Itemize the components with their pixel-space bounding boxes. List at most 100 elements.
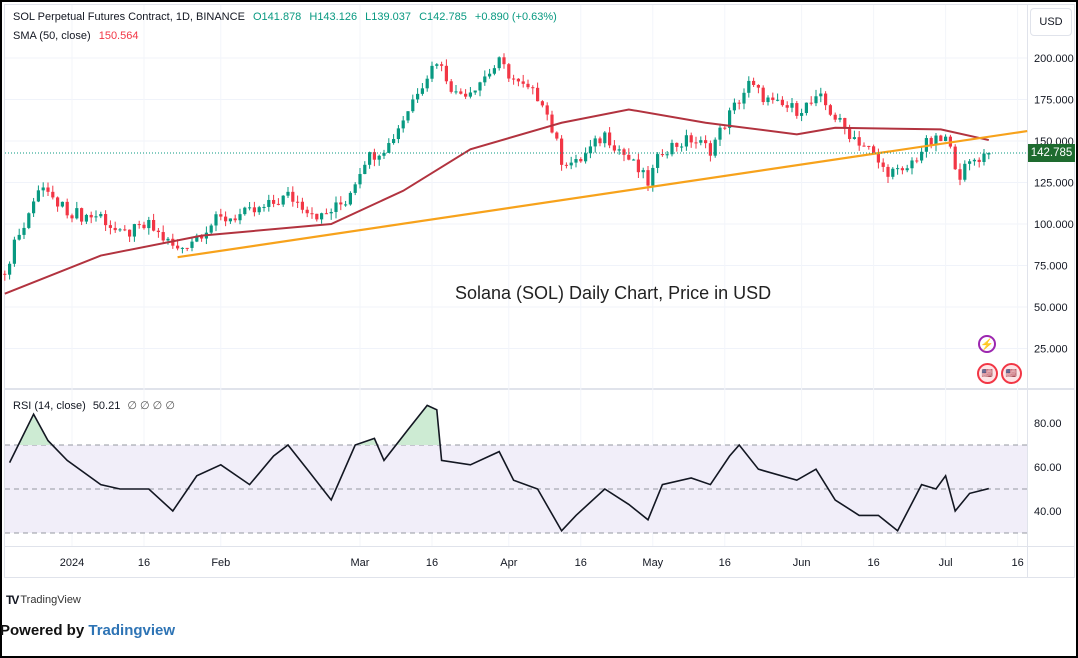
candle-body <box>238 214 242 221</box>
candle-body <box>478 82 482 91</box>
sma-legend: SMA (50, close) 150.564 <box>13 30 143 42</box>
price-tick-label: 50.000 <box>1034 302 1068 314</box>
candle-body <box>344 204 348 206</box>
candle-body <box>387 143 391 153</box>
candle-body <box>905 168 909 171</box>
candle-body <box>593 138 597 147</box>
candle-body <box>252 207 256 213</box>
symbol-title[interactable]: SOL Perpetual Futures Contract, 1D, BINA… <box>13 11 245 23</box>
rsi-legend: RSI (14, close) 50.21 ∅ ∅ ∅ ∅ <box>13 399 175 412</box>
candle-body <box>406 111 410 121</box>
candle-body <box>12 239 16 264</box>
candle-body <box>963 163 967 180</box>
candle-body <box>473 90 477 93</box>
candle-body <box>555 132 559 139</box>
candle-body <box>152 219 156 231</box>
candle-body <box>881 162 885 167</box>
candle-body <box>128 229 132 237</box>
candle-body <box>147 219 151 229</box>
candle-body <box>838 117 842 120</box>
ohlc-close: C142.785 <box>419 11 467 23</box>
candle-body <box>857 137 861 146</box>
candle-body <box>968 161 972 164</box>
candle-body <box>440 64 444 66</box>
symbol-legend: SOL Perpetual Futures Contract, 1D, BINA… <box>13 11 562 23</box>
candle-body <box>809 102 813 104</box>
time-tick-label: Jun <box>793 557 811 569</box>
chart-canvas[interactable]: 200.000175.000150.000125.000100.00075.00… <box>0 0 1078 658</box>
candle-body <box>584 153 588 162</box>
candle-body <box>819 93 823 97</box>
candle-body <box>872 146 876 153</box>
candle-body <box>747 80 751 93</box>
candle-body <box>944 136 948 142</box>
candle-body <box>521 81 525 84</box>
sma-label[interactable]: SMA (50, close) <box>13 30 91 42</box>
candle-body <box>689 135 693 143</box>
candle-body <box>953 146 957 170</box>
candle-body <box>32 201 36 214</box>
candle-body <box>737 102 741 104</box>
us-flag-event-icon[interactable]: 🇺🇸 <box>1001 363 1022 384</box>
candle-body <box>142 224 146 229</box>
time-tick-label: May <box>642 557 663 569</box>
candle-body <box>281 195 285 205</box>
candle-body <box>723 127 727 129</box>
candle-body <box>60 201 64 207</box>
rsi-extra-values: ∅ ∅ ∅ ∅ <box>127 400 175 412</box>
sma-value: 150.564 <box>98 30 139 42</box>
candle-body <box>531 87 535 89</box>
time-tick-label: 2024 <box>60 557 84 569</box>
candle-body <box>286 191 290 196</box>
candle-body <box>680 146 684 148</box>
candle-body <box>636 159 640 173</box>
candle-body <box>684 135 688 147</box>
price-tick-label: 100.000 <box>1034 219 1074 231</box>
candle-body <box>776 99 780 101</box>
lightning-event-icon[interactable]: ⚡ <box>978 335 996 353</box>
powered-prefix: Powered by <box>0 622 89 639</box>
candle-body <box>603 132 607 144</box>
candle-body <box>828 105 832 115</box>
time-tick-label: 16 <box>1011 557 1023 569</box>
candle-body <box>396 128 400 140</box>
candle-body <box>243 207 247 215</box>
tradingview-logo[interactable]: TV TradingView <box>6 593 81 607</box>
candle-body <box>315 213 319 220</box>
candle-body <box>982 153 986 162</box>
price-tick-label: 25.000 <box>1034 344 1068 356</box>
ohlc-high: H143.126 <box>309 11 358 23</box>
candle-body <box>464 93 468 97</box>
candle-body <box>176 245 180 249</box>
rsi-value: 50.21 <box>92 400 121 412</box>
currency-button[interactable]: USD <box>1030 8 1072 36</box>
tradingview-link[interactable]: Tradingview <box>88 622 175 639</box>
candle-body <box>56 197 60 207</box>
candle-body <box>296 201 300 203</box>
candle-body <box>785 105 789 108</box>
rsi-label[interactable]: RSI (14, close) <box>13 400 86 412</box>
time-axis-border <box>5 546 1074 547</box>
candle-body <box>939 135 943 142</box>
candle-body <box>502 57 506 65</box>
candle-body <box>368 152 372 165</box>
candle-body <box>209 225 213 233</box>
candle-body <box>310 213 314 215</box>
candle-body <box>348 192 352 205</box>
candle-body <box>392 139 396 144</box>
candle-body <box>641 170 645 173</box>
candle-body <box>651 167 655 186</box>
us-flag-event-icon[interactable]: 🇺🇸 <box>977 363 998 384</box>
candle-body <box>180 247 184 249</box>
candle-body <box>804 102 808 114</box>
candle-body <box>608 132 612 146</box>
candle-body <box>363 164 367 175</box>
candle-body <box>761 87 765 103</box>
price-tick-label: 75.000 <box>1034 261 1068 273</box>
candle-body <box>752 80 756 85</box>
candle-body <box>795 103 799 116</box>
candle-body <box>656 154 660 168</box>
candle-body <box>824 93 828 106</box>
candle-body <box>632 159 636 161</box>
candle-body <box>694 142 698 144</box>
